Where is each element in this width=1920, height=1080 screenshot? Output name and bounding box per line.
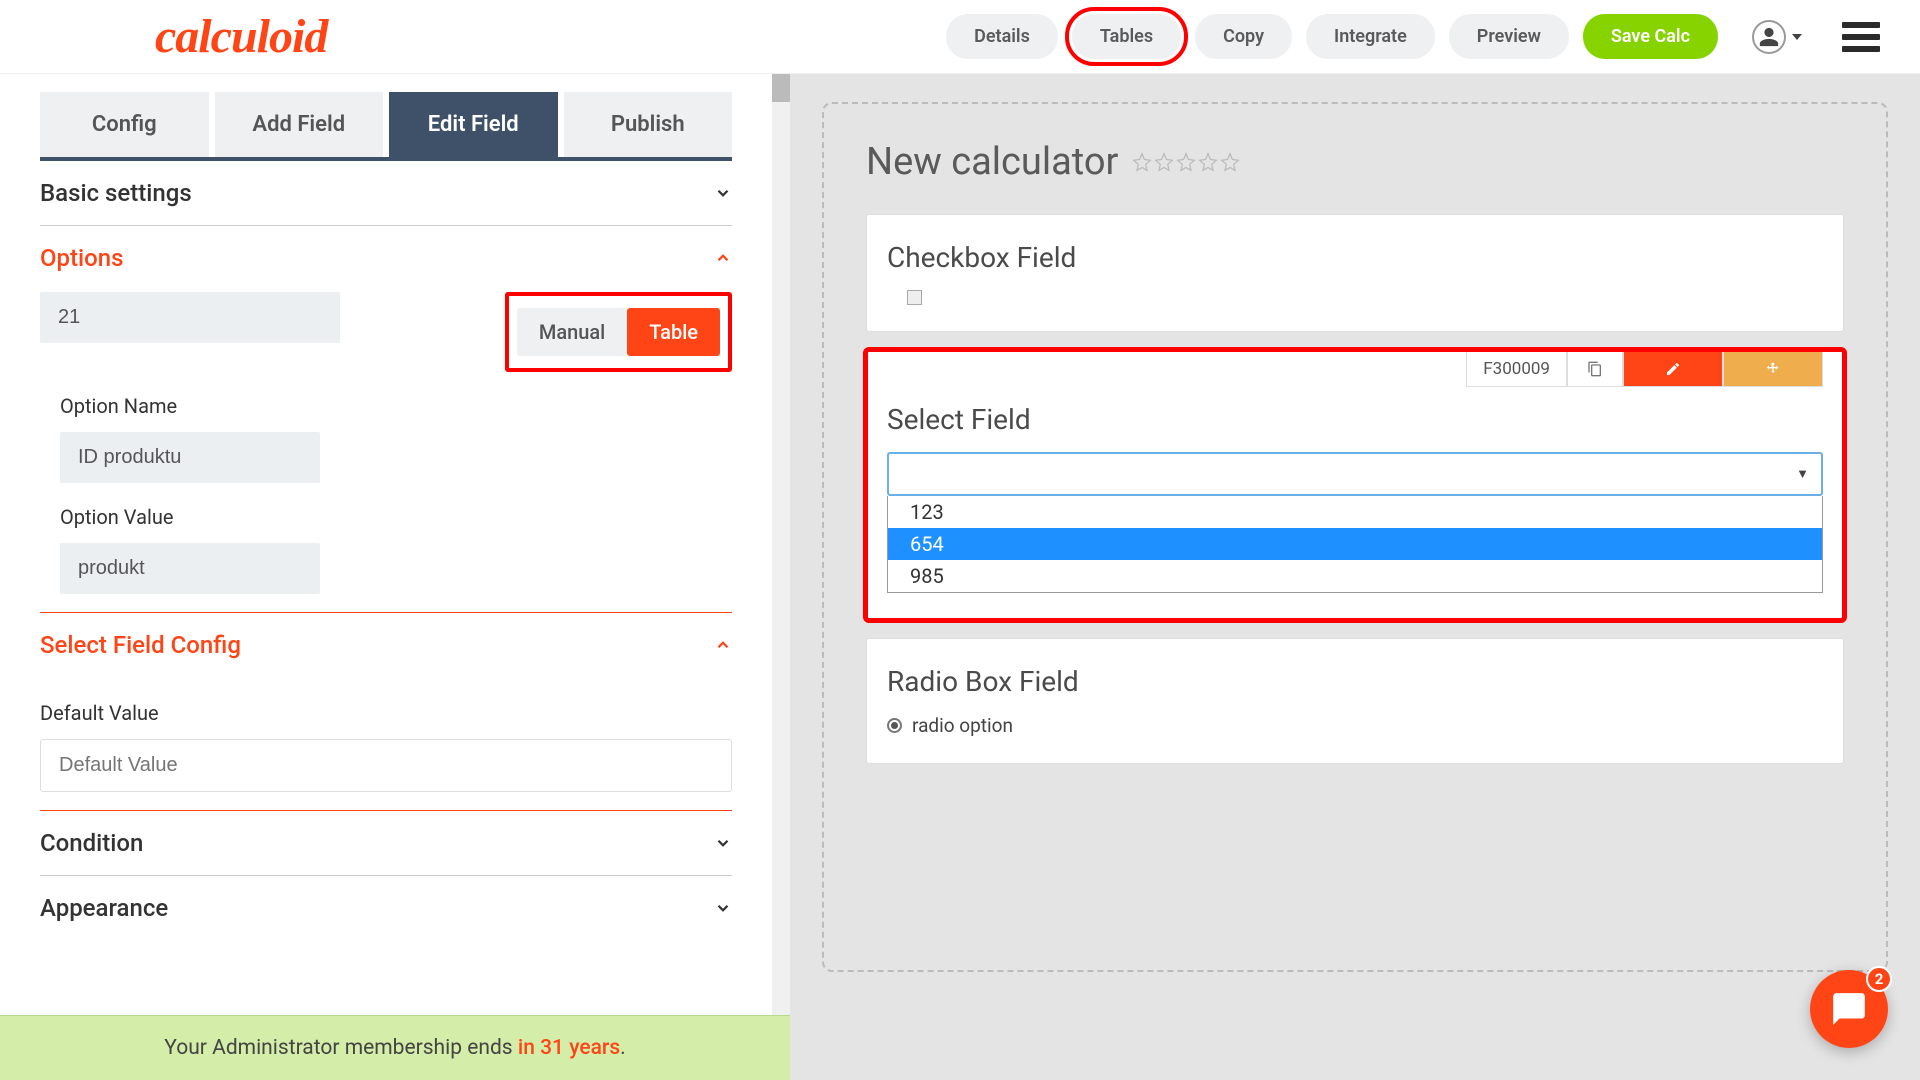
calculator-title: New calculator: [866, 140, 1118, 184]
option-number-input[interactable]: [40, 292, 340, 343]
logo[interactable]: calculoid: [155, 9, 327, 64]
option-name-label: Option Name: [60, 394, 732, 418]
rating-stars[interactable]: [1132, 152, 1240, 172]
banner-suffix: .: [620, 1036, 626, 1060]
scrollbar[interactable]: [772, 74, 790, 1080]
chat-icon: [1830, 990, 1868, 1028]
copy-icon: [1587, 361, 1603, 377]
menu-icon[interactable]: [1842, 22, 1880, 52]
chevron-up-icon: [714, 249, 732, 267]
canvas-panel: New calculator Checkbox Field F300009: [790, 74, 1920, 1080]
avatar-icon: [1752, 20, 1786, 54]
membership-banner: Your Administrator membership ends in 31…: [0, 1015, 790, 1080]
section-options-title: Options: [40, 244, 123, 272]
nav-tables[interactable]: Tables: [1072, 14, 1181, 59]
toggle-manual[interactable]: Manual: [517, 308, 627, 356]
nav-details[interactable]: Details: [946, 14, 1058, 59]
edit-field-button[interactable]: [1623, 351, 1723, 387]
chevron-down-icon: ▼: [1796, 466, 1809, 482]
move-field-button[interactable]: [1723, 351, 1823, 387]
chevron-down-icon: [714, 899, 732, 917]
dropdown-option[interactable]: 123: [888, 496, 1822, 528]
section-basic-header[interactable]: Basic settings: [40, 179, 732, 207]
radio-input[interactable]: [887, 718, 902, 733]
chat-badge: 2: [1866, 966, 1892, 992]
star-icon: [1220, 152, 1240, 172]
section-options: Options Manual Table Option Name Option …: [40, 226, 732, 613]
chat-widget[interactable]: 2: [1810, 970, 1888, 1048]
main-area: Config Add Field Edit Field Publish Basi…: [0, 74, 1920, 1080]
select-field-card[interactable]: F300009 Select Field ▼ 123: [866, 350, 1844, 620]
tab-publish[interactable]: Publish: [564, 92, 733, 157]
star-icon: [1198, 152, 1218, 172]
section-condition-title: Condition: [40, 829, 143, 857]
pencil-icon: [1665, 361, 1681, 377]
banner-prefix: Your Administrator membership ends: [164, 1036, 518, 1060]
star-icon: [1154, 152, 1174, 172]
tab-config[interactable]: Config: [40, 92, 209, 157]
calculator-canvas: New calculator Checkbox Field F300009: [822, 102, 1888, 972]
section-condition-header[interactable]: Condition: [40, 829, 732, 857]
star-icon: [1176, 152, 1196, 172]
field-toolbar: F300009: [887, 351, 1823, 387]
checkbox-input[interactable]: [907, 290, 922, 305]
nav-copy[interactable]: Copy: [1195, 14, 1292, 59]
radio-field-title: Radio Box Field: [887, 665, 1823, 698]
star-icon: [1132, 152, 1152, 172]
checkbox-field-card[interactable]: Checkbox Field: [866, 214, 1844, 332]
copy-field-button[interactable]: [1567, 351, 1623, 387]
chevron-down-icon: [714, 184, 732, 202]
default-value-input[interactable]: [40, 739, 732, 792]
select-field-title: Select Field: [887, 403, 1823, 436]
section-appearance: Appearance: [40, 876, 732, 940]
left-panel: Config Add Field Edit Field Publish Basi…: [0, 74, 790, 1080]
option-name-input[interactable]: [60, 432, 320, 483]
section-basic-settings: Basic settings: [40, 161, 732, 226]
save-calc-button[interactable]: Save Calc: [1583, 14, 1718, 59]
section-appearance-title: Appearance: [40, 894, 168, 922]
app-header: calculoid Details Tables Copy Integrate …: [0, 0, 1920, 74]
move-icon: [1765, 361, 1781, 377]
dropdown-option[interactable]: 654: [888, 528, 1822, 560]
default-value-label: Default Value: [40, 701, 732, 725]
scrollbar-thumb[interactable]: [772, 74, 790, 102]
options-body: Manual Table Option Name Option Value: [40, 272, 732, 594]
select-dropdown[interactable]: ▼: [887, 452, 1823, 496]
nav-integrate[interactable]: Integrate: [1306, 14, 1435, 59]
editor-tabs: Config Add Field Edit Field Publish: [40, 92, 732, 161]
section-options-header[interactable]: Options: [40, 244, 732, 272]
section-select-config: Select Field Config Default Value: [40, 613, 732, 811]
banner-highlight: in 31 years: [518, 1036, 620, 1060]
dropdown-option[interactable]: 985: [888, 560, 1822, 592]
dropdown-list: 123 654 985: [887, 496, 1823, 593]
radio-option-label: radio option: [912, 714, 1013, 737]
nav-preview[interactable]: Preview: [1449, 14, 1569, 59]
field-id-badge: F300009: [1466, 351, 1567, 387]
tab-edit-field[interactable]: Edit Field: [389, 92, 558, 157]
checkbox-field-title: Checkbox Field: [887, 241, 1823, 274]
chevron-down-icon: [714, 834, 732, 852]
chevron-up-icon: [714, 636, 732, 654]
chevron-down-icon: [1792, 34, 1802, 40]
option-value-label: Option Value: [60, 505, 732, 529]
section-condition: Condition: [40, 811, 732, 876]
header-nav: Details Tables Copy Integrate Preview Sa…: [946, 14, 1880, 59]
section-appearance-header[interactable]: Appearance: [40, 894, 732, 922]
manual-table-toggle: Manual Table: [505, 292, 732, 372]
toggle-table[interactable]: Table: [627, 308, 720, 356]
section-select-config-header[interactable]: Select Field Config: [40, 631, 732, 659]
tab-add-field[interactable]: Add Field: [215, 92, 384, 157]
radio-field-card[interactable]: Radio Box Field radio option: [866, 638, 1844, 764]
user-menu[interactable]: [1752, 20, 1802, 54]
option-value-input[interactable]: [60, 543, 320, 594]
section-basic-title: Basic settings: [40, 179, 192, 207]
section-select-config-title: Select Field Config: [40, 631, 241, 659]
